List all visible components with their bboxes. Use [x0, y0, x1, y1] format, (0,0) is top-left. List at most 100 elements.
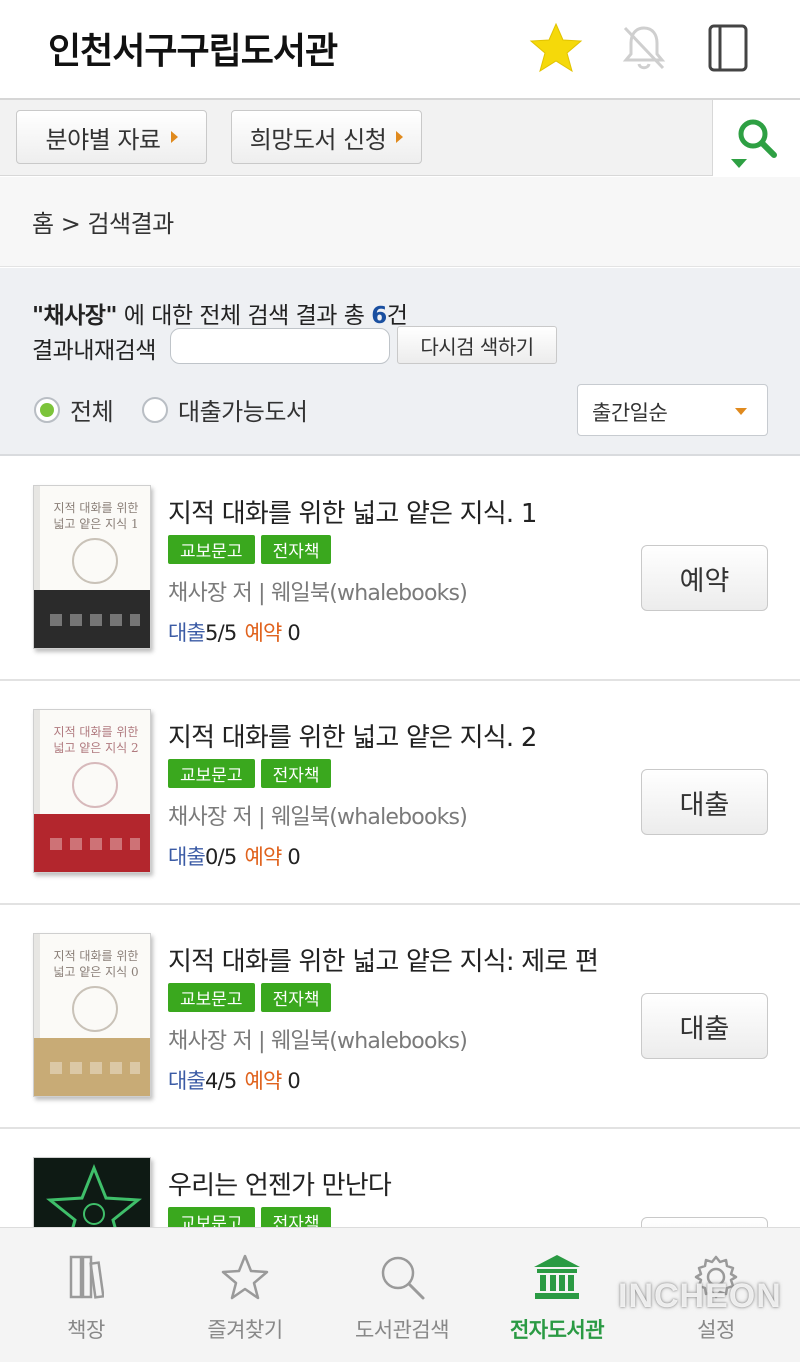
- cover-star-art: [46, 1164, 142, 1227]
- nav-settings-label: 설정: [697, 1318, 735, 1342]
- book-title[interactable]: 지적 대화를 위한 넓고 얕은 지식. 2: [168, 717, 537, 754]
- nav-favorites-label: 즐겨찾기: [207, 1318, 283, 1342]
- format-badge: 전자책: [260, 983, 332, 1012]
- search-toggle-button[interactable]: [712, 100, 800, 176]
- search-icon: [377, 1250, 427, 1304]
- action-button[interactable]: [641, 1217, 768, 1227]
- refine-search-input[interactable]: [170, 328, 390, 364]
- loan-count: 0/5: [205, 845, 237, 869]
- format-badge: 전자책: [260, 535, 332, 564]
- book-author: 채사장 저 | 웨일북(whalebooks): [168, 805, 468, 830]
- badge-group: 교보문고 전자책: [168, 1207, 332, 1227]
- cover-title: 지적 대화를 위한 넓고 얕은 지식 1: [53, 501, 139, 531]
- bell-off-icon[interactable]: [614, 18, 674, 78]
- chevron-right-icon: [170, 131, 178, 143]
- reserve-count: 0: [287, 845, 300, 869]
- vendor-badge: 교보문고: [168, 1207, 255, 1227]
- reserve-count: 0: [287, 1069, 300, 1093]
- borrow-button[interactable]: 대출: [641, 769, 768, 835]
- app-title: 인천서구구립도서관: [48, 31, 338, 72]
- loan-count: 4/5: [205, 1069, 237, 1093]
- cover-band: [34, 590, 150, 648]
- bookshelf-icon: [68, 1250, 104, 1304]
- book-cover[interactable]: 지적 대화를 위한 넓고 얕은 지식 2: [33, 709, 151, 873]
- book-author: 채사장 저 | 웨일북(whalebooks): [168, 581, 468, 606]
- cover-marks: [50, 614, 140, 626]
- cover-marks: [50, 838, 140, 850]
- reserve-label: 예약: [244, 621, 282, 645]
- category-materials-button[interactable]: 분야별 자료: [16, 110, 207, 164]
- refine-search-button[interactable]: 다시검 색하기: [397, 326, 557, 364]
- cover-band: [34, 814, 150, 872]
- filter-available-label: 대출가능도서: [178, 398, 308, 426]
- book-title[interactable]: 지적 대화를 위한 넓고 얕은 지식: 제로 편: [168, 941, 599, 978]
- search-query: "채사장": [32, 303, 117, 329]
- format-badge: 전자책: [260, 1207, 332, 1227]
- sort-value: 출간일순: [592, 401, 668, 425]
- toolbar: 분야별 자료 희망도서 신청: [0, 100, 800, 176]
- cover-title: 지적 대화를 위한 넓고 얕은 지식 0: [53, 949, 139, 979]
- cover-emblem: [72, 762, 118, 808]
- cover-emblem: [72, 538, 118, 584]
- nav-bookshelf[interactable]: 책장: [6, 1228, 166, 1362]
- nav-favorites[interactable]: 즐겨찾기: [165, 1228, 325, 1362]
- loan-label: 대출: [168, 845, 206, 869]
- book-cover[interactable]: 지적 대화를 위한 넓고 얕은 지식 1: [33, 485, 151, 649]
- reserve-button[interactable]: 예약: [641, 545, 768, 611]
- book-title[interactable]: 우리는 언젠가 만난다: [168, 1165, 392, 1202]
- book-author: 채사장 저 | 웨일북(whalebooks): [168, 1029, 468, 1054]
- result-count: 6: [371, 303, 387, 329]
- star-outline-icon: [220, 1250, 270, 1304]
- book-request-label: 희망도서 신청: [249, 125, 387, 154]
- list-item[interactable]: 지적 대화를 위한 넓고 얕은 지식 2 지적 대화를 위한 넓고 얕은 지식.…: [0, 681, 800, 905]
- result-summary: "채사장" 에 대한 전체 검색 결과 총 6건: [32, 296, 408, 330]
- nav-e-library[interactable]: 전자도서관: [477, 1228, 637, 1362]
- reserve-count: 0: [287, 621, 300, 645]
- app-header: 인천서구구립도서관: [0, 0, 800, 100]
- search-panel: "채사장" 에 대한 전체 검색 결과 총 6건 결과내재검색 다시검 색하기 …: [0, 268, 800, 456]
- loan-label: 대출: [168, 621, 206, 645]
- book-icon[interactable]: [698, 18, 758, 78]
- list-item[interactable]: 지적 대화를 위한 넓고 얕은 지식 0 지적 대화를 위한 넓고 얕은 지식:…: [0, 905, 800, 1129]
- vendor-badge: 교보문고: [168, 535, 255, 564]
- badge-group: 교보문고 전자책: [168, 983, 332, 1012]
- book-title[interactable]: 지적 대화를 위한 넓고 얕은 지식. 1: [168, 493, 537, 530]
- availability-counts: 대출4/5 예약 0: [168, 1065, 301, 1095]
- vendor-badge: 교보문고: [168, 759, 255, 788]
- result-text: 에 대한 전체 검색 결과 총: [116, 303, 372, 329]
- book-cover[interactable]: [33, 1157, 151, 1227]
- search-icon: [738, 119, 777, 158]
- book-cover[interactable]: 지적 대화를 위한 넓고 얕은 지식 0: [33, 933, 151, 1097]
- incheon-watermark: INCHEON: [618, 1277, 782, 1315]
- availability-counts: 대출5/5 예약 0: [168, 617, 301, 647]
- radio-checked-icon: [34, 396, 60, 423]
- dropdown-arrow-icon: [735, 408, 747, 415]
- nav-bookshelf-label: 책장: [67, 1318, 105, 1342]
- library-icon: [532, 1250, 582, 1304]
- cover-title: 지적 대화를 위한 넓고 얕은 지식 2: [53, 725, 139, 755]
- format-badge: 전자책: [260, 759, 332, 788]
- list-item[interactable]: 지적 대화를 위한 넓고 얕은 지식 1 지적 대화를 위한 넓고 얕은 지식.…: [0, 457, 800, 681]
- book-request-button[interactable]: 희망도서 신청: [231, 110, 422, 164]
- cover-band: [34, 1038, 150, 1096]
- loan-label: 대출: [168, 1069, 206, 1093]
- borrow-button[interactable]: 대출: [641, 993, 768, 1059]
- reserve-label: 예약: [244, 845, 282, 869]
- nav-library-search[interactable]: 도서관검색: [322, 1228, 482, 1362]
- vendor-badge: 교보문고: [168, 983, 255, 1012]
- nav-e-library-label: 전자도서관: [509, 1318, 605, 1342]
- filter-all-label: 전체: [70, 398, 114, 426]
- badge-group: 교보문고 전자책: [168, 535, 332, 564]
- book-list: 지적 대화를 위한 넓고 얕은 지식 1 지적 대화를 위한 넓고 얕은 지식.…: [0, 457, 800, 1227]
- list-item[interactable]: 우리는 언젠가 만난다 교보문고 전자책: [0, 1129, 800, 1227]
- category-materials-label: 분야별 자료: [45, 125, 161, 154]
- reserve-label: 예약: [244, 1069, 282, 1093]
- filter-available-radio[interactable]: 대출가능도서: [142, 392, 308, 427]
- filter-all-radio[interactable]: 전체: [34, 392, 114, 427]
- refine-search-label: 결과내재검색: [32, 338, 156, 364]
- chevron-right-icon: [396, 131, 404, 143]
- breadcrumb: 홈 > 검색결과: [0, 177, 800, 267]
- sort-select[interactable]: 출간일순: [577, 384, 768, 436]
- availability-counts: 대출0/5 예약 0: [168, 841, 301, 871]
- star-icon[interactable]: [526, 18, 586, 78]
